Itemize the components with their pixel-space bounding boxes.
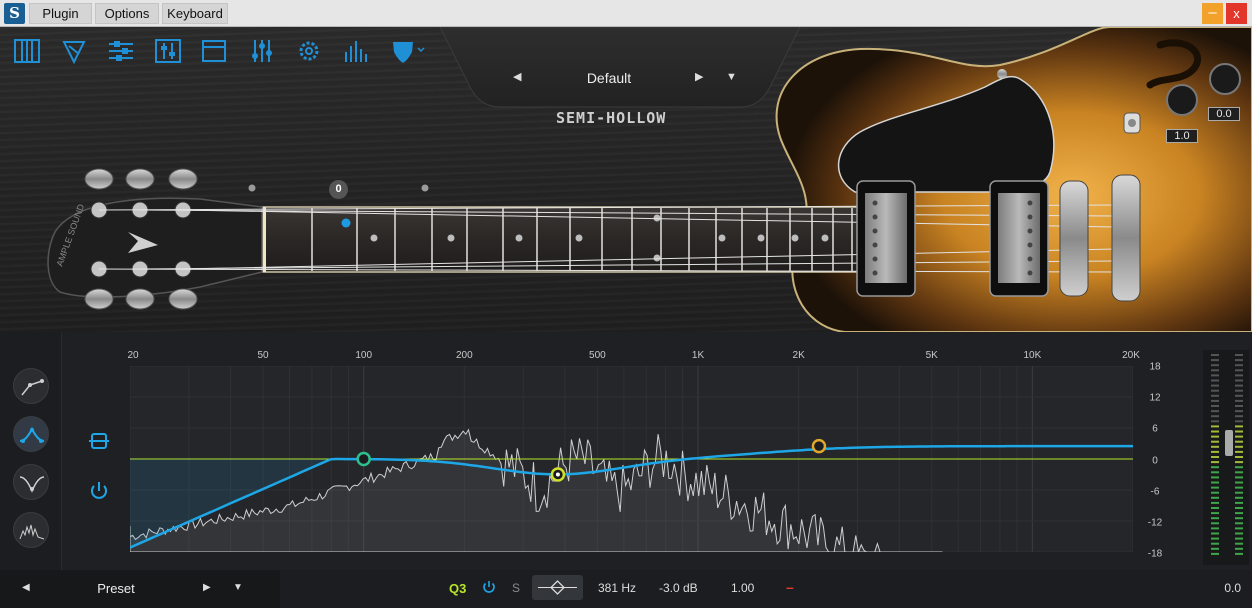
eq-power-icon[interactable] [88,480,110,502]
shield-dropdown-icon[interactable] [388,38,428,64]
eq-node-1[interactable] [356,451,371,467]
menu-plugin[interactable]: Plugin [29,3,92,24]
product-title: SEMI-HOLLOW [556,109,667,127]
close-button[interactable]: x [1226,3,1247,24]
eq-preset-bar: ◀ Preset ▶ ▼ [0,570,280,608]
eq-node-3[interactable] [811,438,827,454]
band-shape-button[interactable] [532,575,583,600]
freq-tick-label: 10K [1023,350,1042,361]
keyboard-icon[interactable] [12,38,42,64]
minimize-button[interactable]: – [1202,3,1223,24]
freq-tick-label: 5K [925,350,938,361]
freq-tick-label: 100 [355,350,373,361]
gain-tick-label: -18 [1147,548,1163,560]
preset-menu-button[interactable]: ▼ [726,71,737,83]
frequency-axis: 20 50 100 200 500 1K 2K 5K 10K 20K [127,350,1139,364]
fret-position-badge[interactable]: 0 [329,180,348,199]
app-logo-icon: S [4,3,25,24]
preset-name[interactable]: Default [560,70,658,86]
output-fader-handle [1225,430,1233,456]
gain-tick-label: 18 [1149,361,1161,373]
lowcut-type-icon[interactable] [13,368,49,404]
volume-knob-value: 1.0 [1166,129,1198,143]
mixer-sliders-icon[interactable] [106,38,136,64]
freq-tick-label: 200 [455,350,473,361]
band-q-value[interactable]: 1.00 [731,581,754,595]
gain-tick-label: 12 [1149,392,1161,404]
toolbar [0,27,440,75]
preset-next-button[interactable]: ▶ [695,70,703,83]
freq-tick-label: 50 [257,350,269,361]
gain-tick-label: 6 [1152,423,1158,435]
eq-preset-next-button[interactable]: ▶ [203,582,211,593]
gain-axis: 18 12 6 0 -6 -12 -18 [1142,361,1172,560]
band-gain-value[interactable]: -3.0 dB [659,581,698,595]
eq-node-selected-dot [555,472,560,477]
freq-tick-label: 500 [589,350,606,361]
band-name: Q3 [449,581,467,596]
bell-type-icon[interactable] [13,416,49,452]
gain-tick-label: -6 [1150,486,1160,498]
menu-bar: S Plugin Options Keyboard – x [0,0,1252,27]
notch-type-icon[interactable] [13,464,49,500]
menu-options[interactable]: Options [95,3,159,24]
output-level-value: 0.0 [1224,581,1241,595]
eq-bottom-bar: ◀ Preset ▶ ▼ Q3 S 381 Hz -3.0 dB 1.00 – … [0,570,1252,608]
freq-tick-label: 20 [127,350,139,361]
plugin-window: S Plugin Options Keyboard – x AMPLE SOUN… [0,0,1252,608]
gear-icon[interactable] [294,38,324,64]
gain-tick-label: -12 [1147,517,1163,529]
eq-graph[interactable] [130,366,1133,552]
band-solo-button[interactable]: S [512,581,520,595]
tone-knob-value: 0.0 [1208,107,1240,121]
window-icon[interactable] [199,38,229,64]
spectrum-icon[interactable] [341,38,371,64]
freq-tick-label: 1K [691,350,705,361]
link-icon[interactable] [88,430,110,452]
preset-prev-button[interactable]: ◀ [513,70,521,83]
gain-tick-label: 0 [1152,455,1158,466]
eq-preset-prev-button[interactable]: ◀ [22,582,30,593]
eq-sliders-icon[interactable] [153,38,183,64]
freq-tick-label: 2K [792,350,805,361]
eq-preset-label[interactable]: Preset [80,581,152,596]
sliders-icon[interactable] [247,38,277,64]
menu-keyboard[interactable]: Keyboard [162,3,228,24]
guitar-pick-icon[interactable] [59,38,89,65]
band-frequency-value[interactable]: 381 Hz [598,581,636,595]
freq-tick-label: 20K [1122,350,1140,361]
eq-band-type-sidebar [0,332,62,570]
guitar-panel: AMPLE SOUND ◀ Default ▶ ▼ SEMI-HOLLOW 0 … [0,27,1252,332]
band-power-icon[interactable] [481,579,497,595]
spectrum-type-icon[interactable] [13,512,49,548]
output-level-meter [1203,350,1249,565]
band-remove-button[interactable]: – [786,579,794,595]
eq-preset-menu-button[interactable]: ▼ [233,582,243,593]
eq-panel: 20 50 100 200 500 1K 2K 5K 10K 20K 18 12 6 0 -6 -12 -18… [0,332,1252,608]
